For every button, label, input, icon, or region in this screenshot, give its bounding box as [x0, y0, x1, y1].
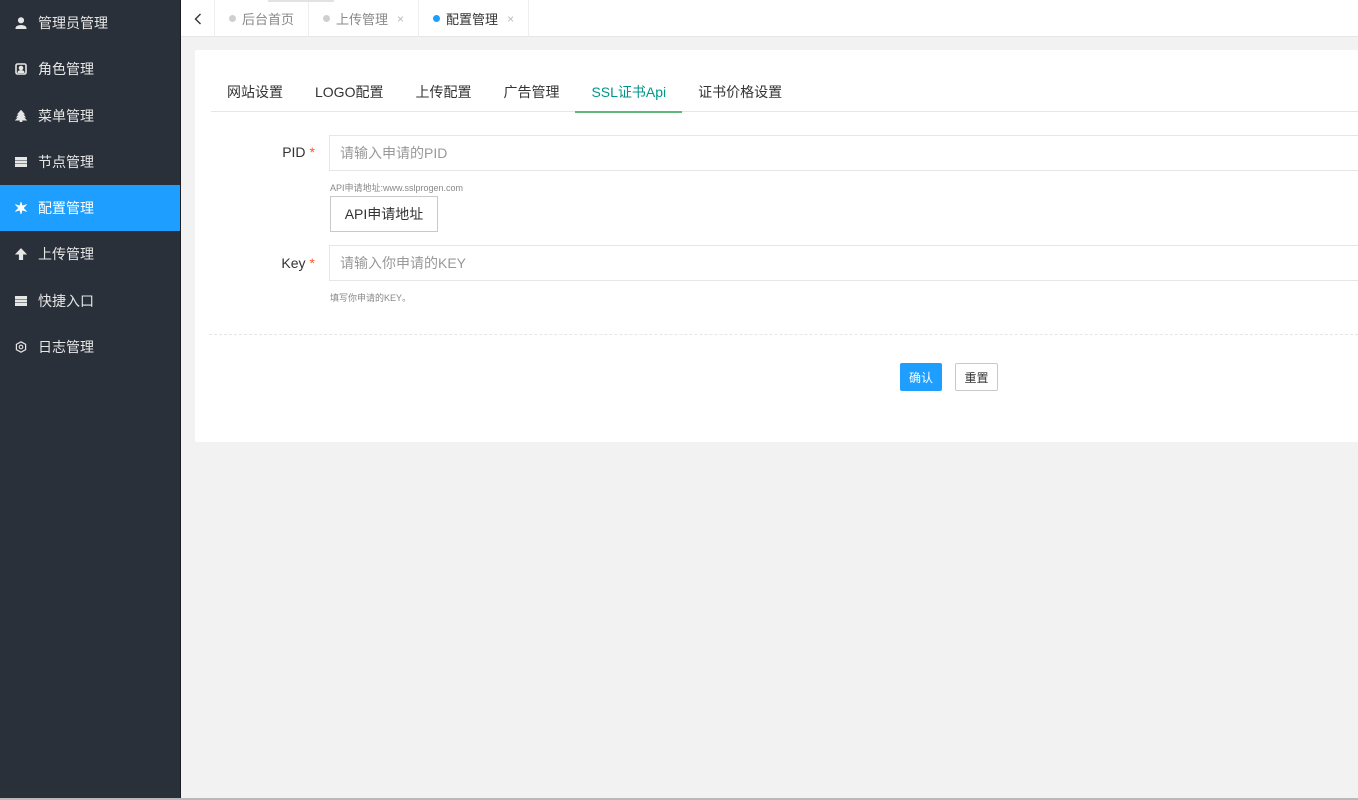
sidebar-item-label: 角色管理 — [38, 61, 94, 78]
sidebar-item-label: 日志管理 — [38, 339, 94, 356]
tab-scroll-left-button[interactable] — [181, 0, 215, 37]
sidebar-item-menu[interactable]: 菜单管理 — [0, 93, 180, 139]
sidebar-item-label: 管理员管理 — [38, 15, 108, 31]
pid-label-text: PID — [282, 144, 306, 160]
role-icon — [14, 62, 28, 76]
sidebar-item-label: 快捷入口 — [38, 292, 94, 309]
tab-dot-icon — [323, 15, 331, 22]
config-subtabs: 网站设置 LOGO配置 上传配置 广告管理 SSL证书Api 证书价格设置 — [211, 78, 1358, 113]
sidebar-item-upload[interactable]: 上传管理 — [0, 231, 180, 277]
sidebar-item-node[interactable]: 节点管理 — [0, 139, 180, 185]
tab-label: 后台首页 — [242, 12, 295, 27]
key-label: Key * — [195, 255, 315, 271]
tab-label: 配置管理 — [446, 12, 499, 27]
submit-button[interactable]: 确认 — [900, 363, 942, 391]
sidebar-item-config[interactable]: 配置管理 — [0, 185, 180, 232]
list-icon — [14, 155, 28, 169]
required-mark: * — [309, 144, 315, 160]
subtab-upload-config[interactable]: 上传配置 — [399, 78, 487, 112]
sidebar-item-shortcut[interactable]: 快捷入口 — [0, 278, 180, 324]
subtab-site-settings[interactable]: 网站设置 — [211, 78, 299, 112]
user-icon — [14, 16, 28, 30]
sidebar: 管理员管理 角色管理 菜单管理 节点管理 配置管理 上传管理 快捷入口 日志管理 — [0, 0, 181, 800]
required-mark: * — [309, 255, 315, 271]
arrow-up-icon — [14, 247, 28, 261]
page-tabbar: 后台首页 上传管理 × 配置管理 × — [181, 0, 1358, 37]
tab-home[interactable]: 后台首页 — [215, 0, 310, 37]
tree-icon — [14, 109, 28, 123]
pid-label: PID * — [195, 144, 315, 160]
sidebar-item-label: 配置管理 — [38, 200, 94, 217]
chevron-left-icon — [194, 13, 201, 24]
list-icon — [14, 294, 28, 308]
sidebar-item-log[interactable]: 日志管理 — [0, 324, 180, 370]
subtab-cert-price[interactable]: 证书价格设置 — [682, 78, 798, 112]
gear-icon — [14, 201, 28, 215]
pid-input[interactable] — [329, 135, 1358, 171]
close-icon[interactable]: × — [397, 12, 404, 26]
subtab-ad-management[interactable]: 广告管理 — [487, 78, 575, 112]
reset-button[interactable]: 重置 — [955, 363, 998, 391]
form-divider — [209, 334, 1358, 335]
tab-dot-icon — [433, 15, 441, 22]
sidebar-item-role[interactable]: 角色管理 — [0, 46, 180, 92]
api-apply-button[interactable]: API申请地址 — [330, 196, 438, 232]
subtab-ssl-api[interactable]: SSL证书Api — [575, 78, 682, 113]
tab-dot-icon — [229, 15, 236, 22]
tab-hover-indicator — [268, 0, 334, 2]
key-hint: 填写你申请的KEY。 — [330, 293, 412, 303]
sidebar-item-label: 菜单管理 — [38, 107, 94, 124]
sidebar-item-admin[interactable]: 管理员管理 — [0, 0, 180, 46]
sidebar-item-label: 上传管理 — [38, 246, 94, 263]
hexagon-icon — [14, 340, 28, 354]
tab-config[interactable]: 配置管理 × — [419, 0, 530, 37]
key-input[interactable] — [329, 245, 1358, 281]
close-icon[interactable]: × — [507, 12, 514, 26]
pid-hint: API申请地址:www.sslprogen.com — [330, 183, 464, 193]
sidebar-item-label: 节点管理 — [38, 153, 94, 170]
key-label-text: Key — [281, 255, 306, 271]
tab-upload[interactable]: 上传管理 × — [309, 0, 420, 37]
config-card: 网站设置 LOGO配置 上传配置 广告管理 SSL证书Api 证书价格设置 PI… — [195, 50, 1358, 442]
tab-label: 上传管理 — [336, 12, 389, 27]
subtab-logo-config[interactable]: LOGO配置 — [299, 78, 399, 112]
